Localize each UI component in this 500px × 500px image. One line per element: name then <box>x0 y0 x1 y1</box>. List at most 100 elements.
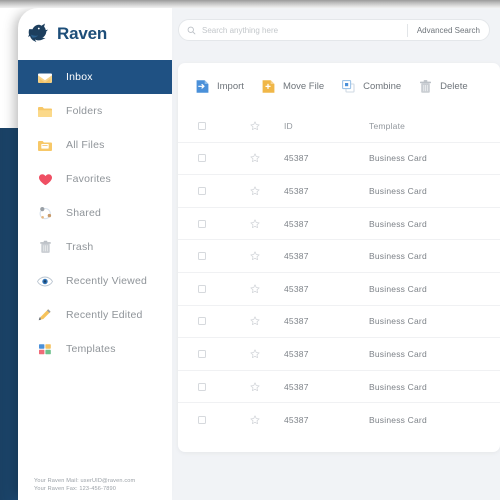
row-checkbox[interactable] <box>198 154 206 163</box>
cell-template: Business Card <box>369 348 427 359</box>
row-star-cell[interactable] <box>226 219 284 229</box>
row-star-cell[interactable] <box>226 251 284 261</box>
row-star-cell[interactable] <box>226 284 284 294</box>
brand-logo[interactable]: Raven <box>28 22 107 46</box>
search-input[interactable] <box>202 25 407 35</box>
row-star-cell[interactable] <box>226 186 284 196</box>
row-select-cell[interactable] <box>178 317 226 326</box>
sidebar-item-inbox[interactable]: Inbox <box>18 60 172 94</box>
table-row[interactable]: 45387 Business Card <box>178 403 500 436</box>
move-file-button[interactable]: Move File <box>261 79 324 94</box>
row-select-cell[interactable] <box>178 186 226 195</box>
row-star-cell[interactable] <box>226 349 284 359</box>
row-star-cell[interactable] <box>226 316 284 326</box>
star-icon[interactable] <box>250 316 260 326</box>
cell-id: 45387 <box>284 381 309 392</box>
table-row[interactable]: 45387 Business Card <box>178 208 500 241</box>
toolbar-label: Combine <box>363 81 402 92</box>
sidebar-item-recently-viewed[interactable]: Recently Viewed <box>18 264 172 298</box>
table-row[interactable]: 45387 Business Card <box>178 371 500 404</box>
row-checkbox[interactable] <box>198 349 206 358</box>
sidebar-item-favorites[interactable]: Favorites <box>18 162 172 196</box>
toolbar-label: Move File <box>282 81 325 92</box>
sidebar-item-all-files[interactable]: All Files <box>18 128 172 162</box>
row-select-cell[interactable] <box>178 415 226 424</box>
table-row[interactable]: 45387 Business Card <box>178 143 500 176</box>
table-row[interactable]: 45387 Business Card <box>178 338 500 371</box>
sidebar-item-recently-edited[interactable]: Recently Edited <box>18 298 172 332</box>
star-icon[interactable] <box>250 349 260 359</box>
row-select-cell[interactable] <box>178 252 226 261</box>
sidebar-item-label: Favorites <box>66 173 111 185</box>
search-icon <box>187 26 196 34</box>
table-row[interactable]: 45387 Business Card <box>178 240 500 273</box>
star-icon[interactable] <box>250 219 260 229</box>
select-all-cell[interactable] <box>178 121 226 130</box>
delete-button[interactable]: Delete <box>418 79 468 94</box>
star-icon[interactable] <box>250 186 260 196</box>
action-toolbar: Import Move File Combine Delete <box>178 63 500 110</box>
all-files-icon <box>36 136 54 154</box>
sidebar-item-trash[interactable]: Trash <box>18 230 172 264</box>
sidebar-item-label: Trash <box>66 241 94 253</box>
sidebar-item-folders[interactable]: Folders <box>18 94 172 128</box>
combine-icon <box>342 80 355 93</box>
sidebar-item-templates[interactable]: Templates <box>18 332 172 366</box>
star-icon[interactable] <box>250 415 260 425</box>
advanced-search-link[interactable]: Advanced Search <box>408 26 489 35</box>
row-select-cell[interactable] <box>178 284 226 293</box>
row-checkbox[interactable] <box>198 284 206 293</box>
row-checkbox[interactable] <box>198 252 206 261</box>
inbox-envelope-icon <box>36 68 54 86</box>
table-row[interactable]: 45387 Business Card <box>178 273 500 306</box>
heart-icon <box>36 170 54 188</box>
row-select-cell[interactable] <box>178 382 226 391</box>
row-checkbox[interactable] <box>198 382 206 391</box>
select-all-checkbox[interactable] <box>198 121 206 130</box>
raven-fax-line: Your Raven Fax: 123-456-7890 <box>34 486 117 493</box>
trash-icon <box>36 238 54 256</box>
sidebar-item-label: Inbox <box>66 71 93 83</box>
sidebar: Raven Inbox Folders All Files Favorites … <box>18 8 172 500</box>
column-header-template[interactable]: Template <box>369 121 405 131</box>
table-header-row: ID Template <box>178 110 500 143</box>
sidebar-item-label: Recently Edited <box>66 309 143 321</box>
star-header-cell <box>226 121 284 131</box>
row-checkbox[interactable] <box>198 317 206 326</box>
brand-name: Raven <box>57 24 108 43</box>
sidebar-item-label: All Files <box>66 139 105 151</box>
table-row[interactable]: 45387 Business Card <box>178 306 500 339</box>
star-icon[interactable] <box>250 153 260 163</box>
cell-id: 45387 <box>284 316 309 327</box>
share-nodes-icon <box>36 204 54 222</box>
star-icon[interactable] <box>250 284 260 294</box>
eye-icon <box>36 272 54 290</box>
table-row[interactable]: 45387 Business Card <box>178 175 500 208</box>
raven-mail-line: Your Raven Mail: userUID@raven.com <box>34 477 136 484</box>
row-star-cell[interactable] <box>226 382 284 392</box>
star-icon[interactable] <box>250 251 260 261</box>
row-select-cell[interactable] <box>178 349 226 358</box>
cell-template: Business Card <box>369 153 427 164</box>
sidebar-nav: Inbox Folders All Files Favorites Shared… <box>18 60 172 366</box>
window-chrome-strip <box>0 0 500 8</box>
row-star-cell[interactable] <box>226 415 284 425</box>
star-icon[interactable] <box>250 121 260 131</box>
sidebar-item-label: Recently Viewed <box>66 275 148 287</box>
row-star-cell[interactable] <box>226 153 284 163</box>
import-button[interactable]: Import <box>195 79 244 94</box>
cell-id: 45387 <box>284 218 309 229</box>
sidebar-item-label: Templates <box>66 343 116 355</box>
delete-trash-icon <box>420 80 432 93</box>
star-icon[interactable] <box>250 382 260 392</box>
cell-template: Business Card <box>369 414 427 425</box>
row-checkbox[interactable] <box>198 219 206 228</box>
import-icon <box>196 80 209 93</box>
row-checkbox[interactable] <box>198 186 206 195</box>
combine-button[interactable]: Combine <box>341 79 401 94</box>
row-checkbox[interactable] <box>198 415 206 424</box>
sidebar-item-shared[interactable]: Shared <box>18 196 172 230</box>
row-select-cell[interactable] <box>178 154 226 163</box>
row-select-cell[interactable] <box>178 219 226 228</box>
column-header-id[interactable]: ID <box>284 121 369 131</box>
